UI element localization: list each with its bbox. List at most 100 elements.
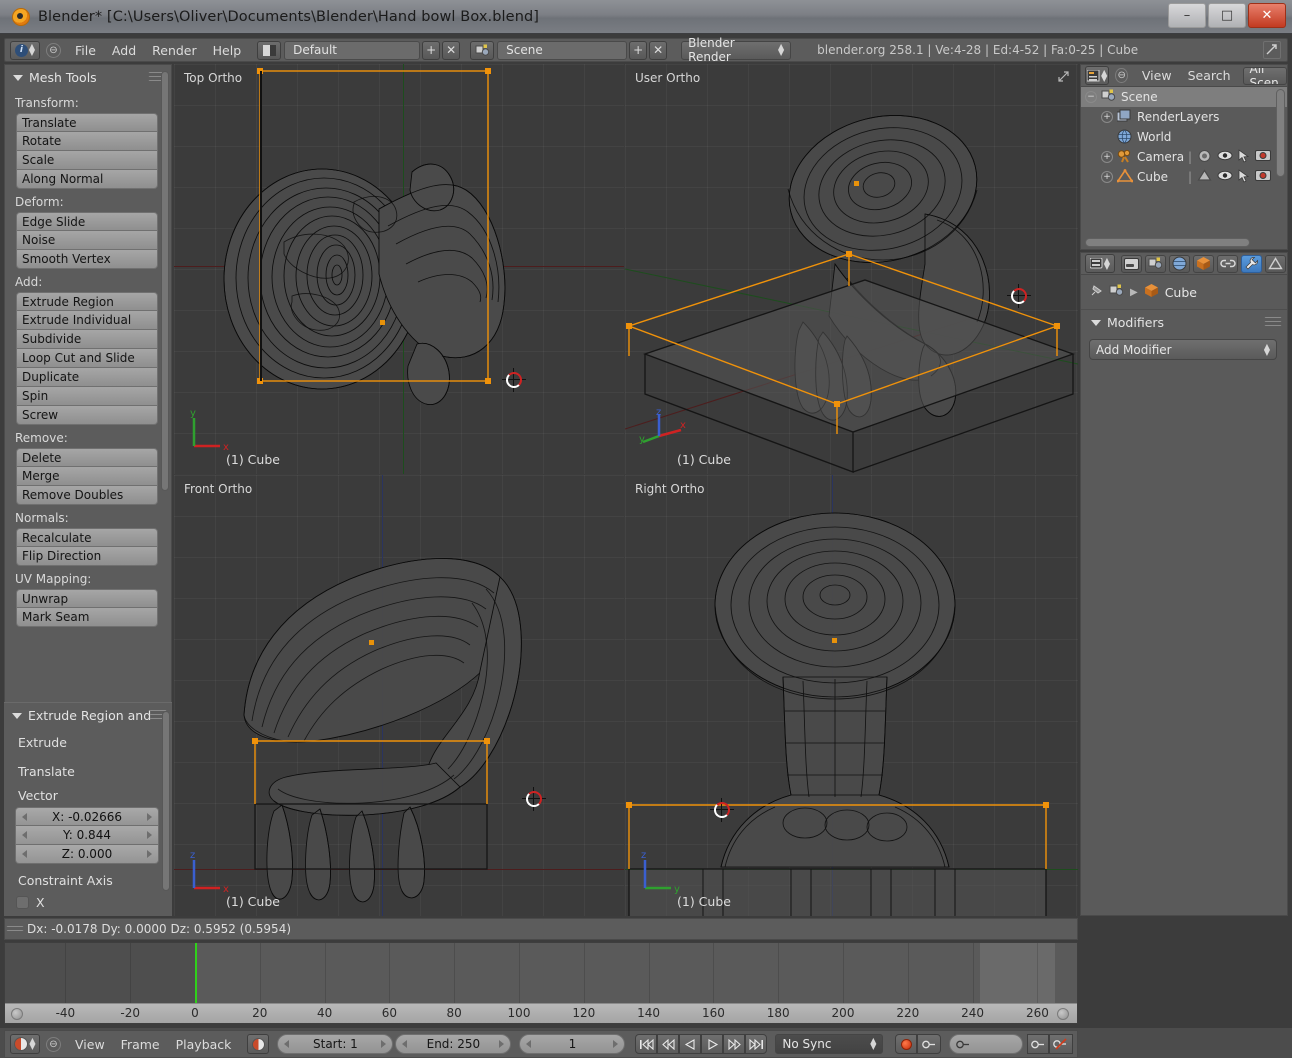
screen-add-button[interactable]: + <box>422 41 440 60</box>
tool-button-duplicate[interactable]: Duplicate <box>16 368 158 387</box>
viewport-expand-icon[interactable] <box>1057 70 1070 86</box>
active-keying-set-field[interactable] <box>949 1034 1023 1054</box>
arrow-right-icon[interactable] <box>147 850 152 858</box>
collapse-menu-icon[interactable]: ⊖ <box>46 43 61 58</box>
keyframe-icon[interactable] <box>917 1034 941 1054</box>
checkbox-icon[interactable] <box>16 896 29 909</box>
arrow-left-icon[interactable] <box>284 1040 289 1048</box>
menu-help[interactable]: Help <box>205 41 250 60</box>
tool-button-merge[interactable]: Merge <box>16 467 158 486</box>
vector-x-field[interactable]: X: -0.02666 <box>15 807 159 826</box>
constraint-tab-icon[interactable] <box>1217 255 1238 273</box>
timeline-editor-icon[interactable]: ▲▼ <box>10 1034 40 1054</box>
maximize-area-icon[interactable] <box>1263 41 1281 59</box>
tool-button-screw[interactable]: Screw <box>16 406 158 425</box>
viewport-right-ortho[interactable]: Right Ortho y z (1) Cube <box>625 475 1078 916</box>
arrow-right-icon[interactable] <box>499 1040 504 1048</box>
eye-icon[interactable] <box>1217 169 1233 185</box>
operator-panel-scrollbar[interactable] <box>162 711 170 891</box>
tool-button-unwrap[interactable]: Unwrap <box>16 589 158 608</box>
jump-start-icon[interactable] <box>635 1034 657 1054</box>
scene-add-button[interactable]: + <box>629 41 647 60</box>
tool-button-scale[interactable]: Scale <box>16 151 158 170</box>
scene-remove-button[interactable]: ✕ <box>649 41 667 60</box>
cursor-icon[interactable] <box>1238 149 1250 166</box>
render-engine-dropdown[interactable]: Blender Render ▲▼ <box>681 41 791 60</box>
outliner-row-world[interactable]: World <box>1081 127 1287 147</box>
timeline-playhead[interactable] <box>195 943 197 1003</box>
viewport-top-ortho[interactable]: Top Ortho x y (1) Cube <box>174 64 624 474</box>
arrow-left-icon[interactable] <box>402 1040 407 1048</box>
screen-remove-button[interactable]: ✕ <box>442 41 460 60</box>
timeline-menu-view[interactable]: View <box>67 1035 113 1054</box>
tool-button-smooth-vertex[interactable]: Smooth Vertex <box>16 250 158 269</box>
outliner-row-cube[interactable]: +Cube| <box>1081 167 1287 187</box>
timeline-scroll-knob-left[interactable] <box>11 1008 23 1020</box>
object-tab-icon[interactable] <box>1193 255 1214 273</box>
tool-button-remove-doubles[interactable]: Remove Doubles <box>16 486 158 505</box>
arrow-right-icon[interactable] <box>147 813 152 821</box>
tool-button-noise[interactable]: Noise <box>16 231 158 250</box>
timeline-menu-playback[interactable]: Playback <box>168 1035 240 1054</box>
render-icon[interactable] <box>1255 169 1271 185</box>
collapse-icon[interactable]: − <box>1085 91 1097 103</box>
expand-icon[interactable]: + <box>1101 171 1113 183</box>
viewport-user-ortho[interactable]: User Ortho x y z (1) Cube <box>625 64 1078 474</box>
tool-button-extrude-individual[interactable]: Extrude Individual <box>16 311 158 330</box>
world-tab-icon[interactable] <box>1169 255 1190 273</box>
menu-add[interactable]: Add <box>104 41 144 60</box>
tool-button-edge-slide[interactable]: Edge Slide <box>16 212 158 231</box>
keyframe-clear-icon[interactable] <box>1049 1034 1073 1054</box>
toolshelf-scrollbar[interactable] <box>161 71 169 491</box>
timeline-ruler[interactable]: -40-200204060801001201401601802002202402… <box>5 1003 1077 1023</box>
scene-field[interactable]: Scene <box>497 41 627 60</box>
current-frame-field[interactable]: 1 <box>519 1034 625 1054</box>
arrow-right-icon[interactable] <box>613 1040 618 1048</box>
vector-y-field[interactable]: Y: 0.844 <box>15 826 159 845</box>
outliner-hscrollbar[interactable] <box>1085 238 1250 247</box>
constraint-axis-y[interactable]: Y <box>4 910 172 916</box>
jump-end-icon[interactable] <box>745 1034 767 1054</box>
outliner-data-icon[interactable] <box>1197 149 1212 166</box>
screen-layout-icon[interactable] <box>257 41 281 60</box>
step-back-icon[interactable] <box>657 1034 679 1054</box>
start-frame-field[interactable]: Start: 1 <box>277 1034 393 1054</box>
outliner-row-camera[interactable]: +Camera| <box>1081 147 1287 167</box>
eye-icon[interactable] <box>1217 149 1233 165</box>
tool-button-translate[interactable]: Translate <box>16 113 158 132</box>
arrow-left-icon[interactable] <box>22 831 27 839</box>
play-reverse-icon[interactable] <box>679 1034 701 1054</box>
modifiers-panel-header[interactable]: Modifiers <box>1081 310 1287 335</box>
data-tab-icon[interactable] <box>1265 255 1286 273</box>
close-button[interactable]: ✕ <box>1248 3 1286 28</box>
outliner-data-icon[interactable] <box>1197 169 1212 186</box>
tool-button-along-normal[interactable]: Along Normal <box>16 170 158 189</box>
record-icon[interactable] <box>895 1034 917 1054</box>
scene-tab-icon[interactable] <box>1145 255 1166 273</box>
expand-icon[interactable]: + <box>1101 111 1113 123</box>
end-frame-field[interactable]: End: 250 <box>395 1034 511 1054</box>
mesh-tools-panel-header[interactable]: Mesh Tools <box>5 65 171 90</box>
properties-editor-icon[interactable]: ▲▼ <box>1085 254 1115 273</box>
sync-mode-dropdown[interactable]: No Sync ▲▼ <box>775 1034 883 1054</box>
outliner-menu-view[interactable]: View <box>1134 66 1180 85</box>
minimize-button[interactable]: – <box>1168 3 1206 28</box>
pin-icon[interactable] <box>1089 284 1103 301</box>
render-icon[interactable] <box>1255 149 1271 165</box>
tool-button-delete[interactable]: Delete <box>16 448 158 467</box>
tool-button-spin[interactable]: Spin <box>16 387 158 406</box>
menu-file[interactable]: File <box>67 41 104 60</box>
info-editor-icon[interactable]: i▲▼ <box>10 41 40 60</box>
maximize-button[interactable]: □ <box>1208 3 1246 28</box>
tool-button-extrude-region[interactable]: Extrude Region <box>16 292 158 311</box>
viewport-front-ortho[interactable]: Front Ortho x z (1) Cube <box>174 475 624 916</box>
outliner-vscrollbar[interactable] <box>1276 89 1285 177</box>
timeline-scroll-knob-right[interactable] <box>1057 1008 1069 1020</box>
tool-button-rotate[interactable]: Rotate <box>16 132 158 151</box>
tool-button-subdivide[interactable]: Subdivide <box>16 330 158 349</box>
context-scene-icon[interactable] <box>1109 284 1124 300</box>
arrow-right-icon[interactable] <box>147 831 152 839</box>
tool-button-recalculate[interactable]: Recalculate <box>16 528 158 547</box>
arrow-left-icon[interactable] <box>526 1040 531 1048</box>
vector-z-field[interactable]: Z: 0.000 <box>15 845 159 864</box>
